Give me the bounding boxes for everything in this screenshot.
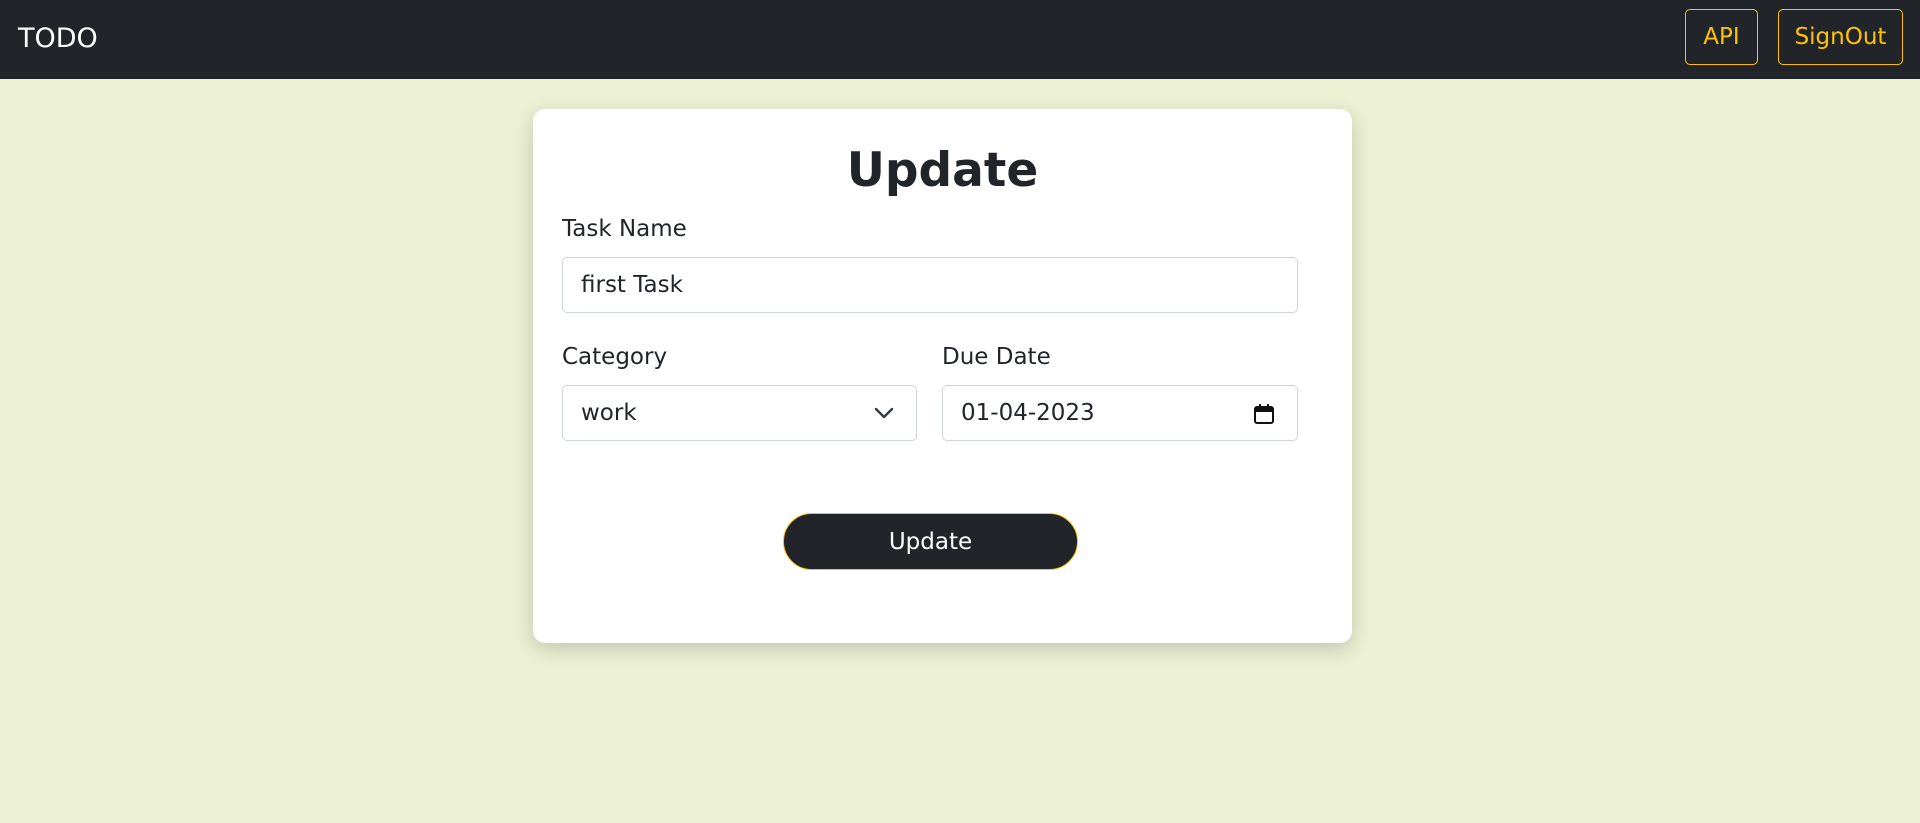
- update-form-card: Update Task Name first Task Category wor…: [533, 109, 1352, 643]
- category-select[interactable]: work: [562, 385, 917, 441]
- due-date-value: 01-04-2023: [961, 400, 1095, 426]
- due-date-label: Due Date: [942, 344, 1051, 370]
- update-button[interactable]: Update: [783, 513, 1078, 570]
- chevron-down-icon: [874, 407, 894, 419]
- form-title: Update: [846, 143, 1039, 198]
- due-date-input[interactable]: 01-04-2023: [942, 385, 1298, 441]
- category-label: Category: [562, 344, 668, 370]
- task-name-label: Task Name: [562, 216, 687, 242]
- task-name-input[interactable]: first Task: [562, 257, 1298, 313]
- api-button[interactable]: API: [1685, 9, 1758, 65]
- brand-logo[interactable]: TODO: [18, 21, 98, 57]
- task-name-value: first Task: [581, 272, 683, 298]
- calendar-icon[interactable]: [1252, 402, 1276, 426]
- navbar: TODO API SignOut: [0, 0, 1920, 79]
- category-value: work: [581, 400, 637, 426]
- signout-button[interactable]: SignOut: [1778, 9, 1903, 65]
